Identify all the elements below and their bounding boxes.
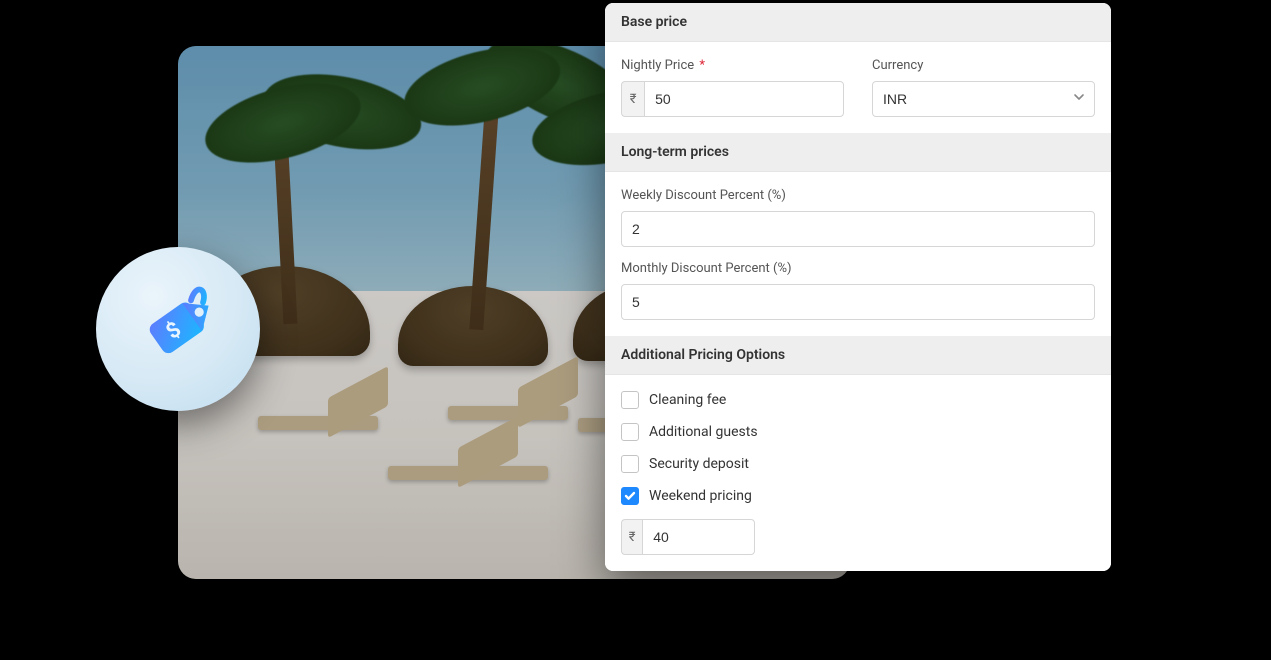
additional-options-body: Cleaning fee Additional guests Security … [605,375,1111,571]
monthly-discount-input[interactable] [621,284,1095,320]
currency-select[interactable]: INR [872,81,1095,117]
security-deposit-label: Security deposit [649,456,749,472]
cleaning-fee-checkbox[interactable] [621,391,639,409]
weekend-pricing-label: Weekend pricing [649,488,752,504]
weekend-price-input[interactable] [642,519,755,555]
nightly-price-input-wrap: ₹ [621,81,844,117]
nightly-price-label: Nightly Price * [621,58,844,73]
additional-options-header: Additional Pricing Options [605,336,1111,375]
long-term-body: Weekly Discount Percent (%) Monthly Disc… [605,172,1111,336]
monthly-discount-label: Monthly Discount Percent (%) [621,261,1095,276]
security-deposit-checkbox[interactable] [621,455,639,473]
pricing-panel: Base price Nightly Price * ₹ Currency IN… [605,3,1111,571]
weekly-discount-input[interactable] [621,211,1095,247]
price-tag-icon: $ [132,281,224,377]
currency-symbol-prefix: ₹ [621,519,642,555]
weekly-discount-label: Weekly Discount Percent (%) [621,188,1095,203]
weekend-price-input-wrap: ₹ [621,519,755,555]
additional-guests-checkbox[interactable] [621,423,639,441]
weekend-pricing-checkbox[interactable] [621,487,639,505]
nightly-price-input[interactable] [644,81,844,117]
cleaning-fee-label: Cleaning fee [649,392,726,408]
additional-guests-label: Additional guests [649,424,758,440]
currency-symbol-prefix: ₹ [621,81,644,117]
currency-label: Currency [872,58,1095,73]
base-price-body: Nightly Price * ₹ Currency INR [605,42,1111,133]
price-tag-badge: $ [96,247,260,411]
long-term-header: Long-term prices [605,133,1111,172]
base-price-header: Base price [605,3,1111,42]
